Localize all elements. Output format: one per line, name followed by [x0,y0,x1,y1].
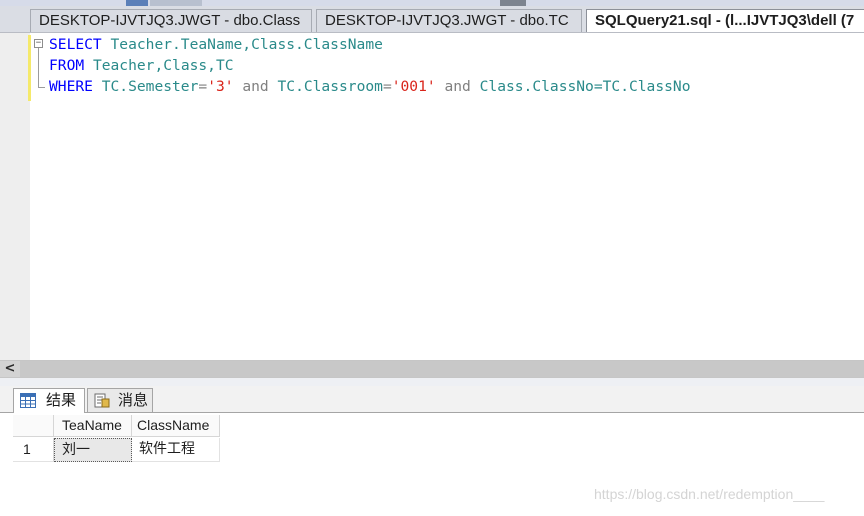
editor-gutter [0,33,30,360]
tab-sqlquery21[interactable]: SQLQuery21.sql - (l...IJVTJQ3\dell (7 [586,9,864,32]
condition-classno: Class.ClassNo=TC.ClassNo [479,78,691,95]
query-editor[interactable]: − SELECT Teacher.TeaName,Class.ClassName… [0,33,864,360]
tab-messages-label: 消息 [118,391,149,409]
select-columns: Teacher.TeaName,Class.ClassName [110,36,383,53]
document-tab-strip: DESKTOP-IJVTJQ3.JWGT - dbo.Class DESKTOP… [0,6,864,33]
operator-equals: = [198,78,208,95]
tab-dbo-class[interactable]: DESKTOP-IJVTJQ3.JWGT - dbo.Class [30,9,312,32]
horizontal-scrollbar[interactable]: < [0,360,864,378]
column-header-teaname[interactable]: TeaName [54,415,132,437]
cell-teaname[interactable]: 刘一 [54,438,132,462]
from-tables: Teacher,Class,TC [92,57,234,74]
keyword-from: FROM [49,57,85,74]
message-icon [94,393,110,408]
grid-icon [20,393,36,408]
code-line-from[interactable]: FROM Teacher,Class,TC [49,55,234,76]
keyword-select: SELECT [49,36,102,53]
outline-guide [38,48,39,88]
collapse-outline-icon[interactable]: − [34,39,43,48]
tab-results[interactable]: 结果 [13,388,85,413]
keyword-and: and [444,78,471,95]
tab-dbo-tc[interactable]: DESKTOP-IJVTJQ3.JWGT - dbo.TC [316,9,582,32]
keyword-and: and [242,78,269,95]
tab-results-label: 结果 [46,391,77,409]
scroll-left-icon[interactable]: < [2,361,18,377]
operator-equals: = [382,78,392,95]
outline-guide-end [38,87,45,88]
grid-corner[interactable] [13,415,54,437]
pane-splitter[interactable] [0,378,864,386]
code-line-select[interactable]: SELECT Teacher.TeaName,Class.ClassName [49,34,383,55]
results-tab-strip: 结果 消息 [0,386,864,413]
string-literal-001: '001' [391,78,436,95]
cell-classname[interactable]: 软件工程 [132,438,220,462]
tab-messages[interactable]: 消息 [87,388,153,412]
change-tracking-bar [28,35,31,101]
column-header-classname[interactable]: ClassName [132,415,220,437]
string-literal-3: '3' [207,78,234,95]
row-number[interactable]: 1 [13,438,54,462]
condition-classroom: TC.Classroom [277,78,383,95]
watermark: https://blog.csdn.net/redemption____ [594,486,825,502]
code-line-where[interactable]: WHERE TC.Semester='3' and TC.Classroom='… [49,76,691,97]
keyword-where: WHERE [49,78,93,95]
results-panel: 结果 消息 TeaName ClassName 1 刘一 软件工程 https:… [0,386,864,516]
condition-semester: TC.Semester [101,78,199,95]
scrollbar-track[interactable] [20,361,864,377]
